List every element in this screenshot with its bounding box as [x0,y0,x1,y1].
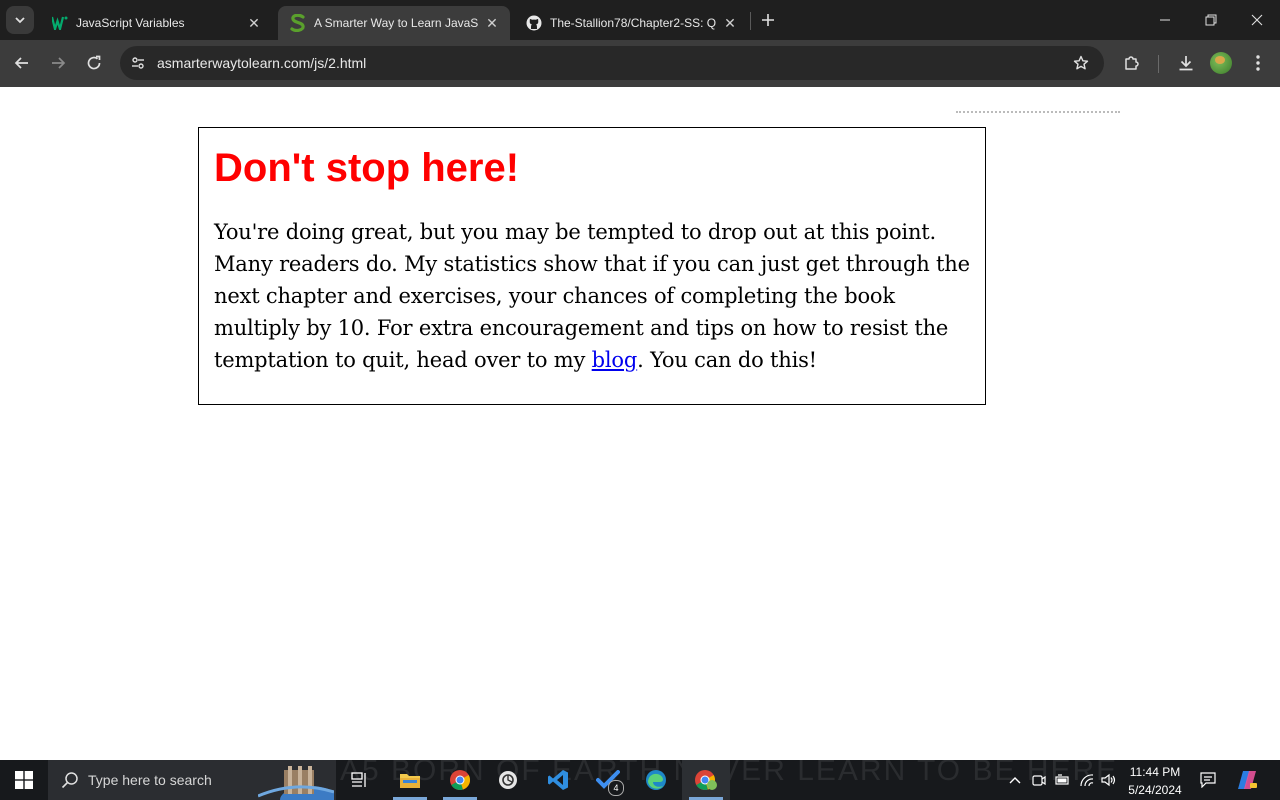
forward-arrow-icon [52,57,66,69]
toolbar-divider [1158,55,1159,73]
w3schools-favicon-icon [52,15,68,31]
page-heading: Don't stop here! [214,146,520,190]
reload-button[interactable] [80,49,108,77]
tab-strip: JavaScript Variables ✕ A Smarter Way to … [0,0,1280,40]
tab-search-button[interactable] [6,6,34,34]
address-bar[interactable]: asmarterwaytolearn.com/js/2.html [120,46,1104,80]
tab-title: The-Stallion78/Chapter2-SS: Qu [550,16,716,30]
minimize-icon [1160,19,1170,21]
profile-avatar[interactable] [1210,52,1232,74]
dotted-divider [956,111,1120,113]
github-favicon-icon [526,15,542,31]
paragraph-text-end: . You can do this! [637,348,817,372]
site-info-button[interactable] [124,49,152,77]
tab-smarter-way[interactable]: A Smarter Way to Learn JavaScript ✕ [278,6,510,40]
vscode-icon [548,770,568,790]
todo-badge: 4 [608,780,624,796]
battery-icon [1055,774,1069,785]
minimize-button[interactable] [1142,0,1188,40]
show-hidden-icons-button[interactable] [1004,760,1026,800]
taskbar: Type here to search A5 BORN OF EARTH NEV… [0,760,1280,800]
smarter-way-favicon-icon [290,14,306,32]
back-button[interactable] [8,49,36,77]
more-vertical-icon [1256,55,1260,71]
chrome-profile-button[interactable] [682,760,730,800]
copilot-icon [1238,771,1257,789]
network-button[interactable] [1076,760,1098,800]
todo-button[interactable]: 4 [584,760,632,800]
close-tab-icon[interactable]: ✕ [246,15,262,31]
file-explorer-icon [400,774,420,788]
system-clock[interactable]: 11:44 PM 5/24/2024 [1118,760,1192,800]
search-highlight-image [258,766,334,800]
chevron-down-icon [15,17,25,24]
new-tab-button[interactable] [756,8,780,32]
download-icon [1179,56,1193,71]
chatgpt-button[interactable] [484,760,532,800]
windows-logo-icon [15,771,33,789]
reload-icon [87,55,101,70]
tab-title: A Smarter Way to Learn JavaScript [314,16,478,30]
blog-link[interactable]: blog [592,348,638,372]
encouragement-paragraph: You're doing great, but you may be tempt… [214,216,970,376]
search-placeholder: Type here to search [88,772,212,788]
task-view-icon [351,772,366,787]
downloads-button[interactable] [1172,49,1200,77]
encouragement-box: Don't stop here! You're doing great, but… [198,127,986,405]
url-text[interactable]: asmarterwaytolearn.com/js/2.html [157,46,366,80]
forward-button[interactable] [44,49,72,77]
vscode-button[interactable] [534,760,582,800]
chrome-profile-icon [695,770,717,790]
clock-date: 5/24/2024 [1128,783,1182,797]
back-arrow-icon [14,57,28,69]
notifications-button[interactable] [1196,760,1220,800]
close-icon [1251,14,1263,26]
browser-menu-button[interactable] [1244,49,1272,77]
copilot-button[interactable] [1234,760,1260,800]
chatgpt-icon [499,771,517,789]
browser-toolbar: asmarterwaytolearn.com/js/2.html [0,40,1280,87]
close-window-button[interactable] [1234,0,1280,40]
edge-button[interactable] [632,760,680,800]
speaker-icon [1101,773,1116,787]
star-icon [1073,55,1089,70]
close-tab-icon[interactable]: ✕ [722,15,738,31]
search-icon [61,772,78,789]
chrome-button[interactable] [436,760,484,800]
chrome-icon [450,770,471,790]
web-page: Don't stop here! You're doing great, but… [0,87,1280,760]
meet-now-button[interactable] [1028,760,1050,800]
tab-separator [750,12,751,30]
tab-title: JavaScript Variables [76,16,185,30]
puzzle-icon [1125,56,1139,70]
task-view-button[interactable] [336,760,384,800]
tab-javascript-variables[interactable]: JavaScript Variables ✕ [40,6,272,40]
tab-github-repo[interactable]: The-Stallion78/Chapter2-SS: Qu ✕ [514,6,748,40]
taskbar-search-box[interactable]: Type here to search [48,760,336,800]
restore-button[interactable] [1188,0,1234,40]
extensions-button[interactable] [1118,49,1146,77]
close-tab-icon[interactable]: ✕ [484,15,500,31]
start-button[interactable] [0,760,48,800]
battery-button[interactable] [1052,760,1074,800]
notification-icon [1200,772,1216,788]
restore-icon [1205,14,1217,26]
edge-icon [646,770,666,790]
clock-time: 11:44 PM [1129,765,1181,779]
file-explorer-button[interactable] [386,760,434,800]
wifi-icon [1080,774,1094,787]
camera-icon [1032,775,1046,786]
plus-icon [762,14,774,26]
bookmark-button[interactable] [1068,50,1094,76]
site-settings-icon [132,57,144,69]
chevron-up-icon [1009,777,1021,784]
volume-button[interactable] [1098,760,1120,800]
